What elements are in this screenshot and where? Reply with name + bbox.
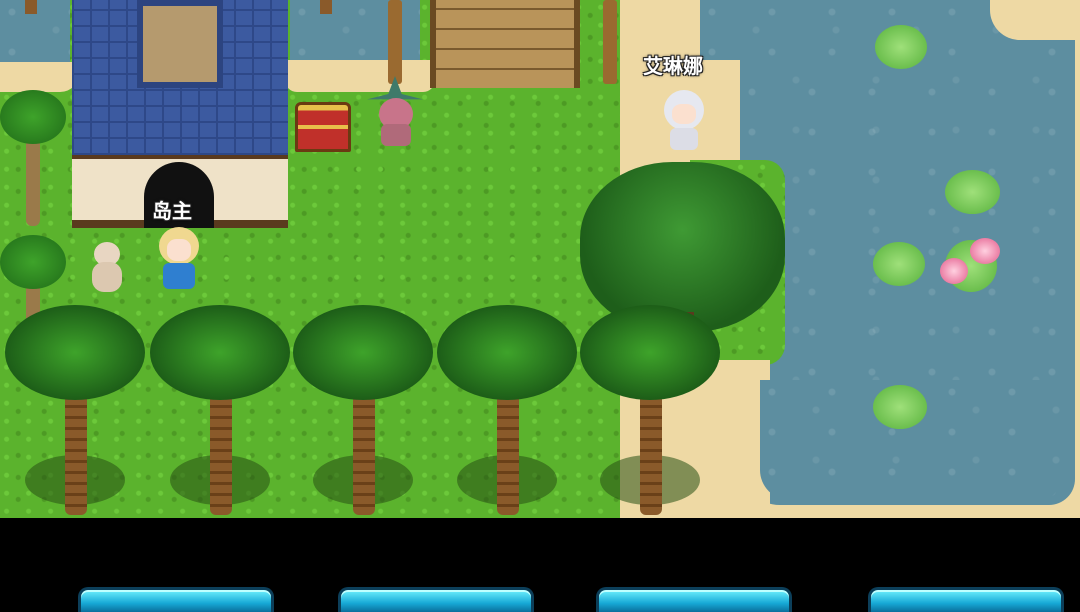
- palm-leaves: [580, 305, 720, 400]
- palm-tree: [437, 305, 577, 518]
- irina-body: [670, 128, 698, 150]
- palm-trunk: [26, 130, 40, 226]
- treasure-chest[interactable]: [295, 102, 351, 152]
- npc-witch[interactable]: [365, 76, 425, 148]
- npc-irina[interactable]: [660, 90, 708, 150]
- palm-leaves: [0, 90, 66, 144]
- fence-post: [25, 0, 37, 14]
- sand-corner-top-right: [990, 0, 1080, 40]
- lily-pad-icon: [873, 242, 925, 286]
- game-map[interactable]: 岛主 艾琳娜: [0, 0, 1080, 518]
- house[interactable]: [72, 0, 288, 228]
- sand-top-left: [0, 62, 80, 92]
- palm-tree: [580, 305, 720, 518]
- lotus-flower-icon: [940, 258, 968, 284]
- lily-pad-icon: [875, 25, 927, 69]
- palm-leaves: [437, 305, 577, 400]
- palm-tree: [5, 305, 145, 518]
- palm-leaves: [0, 235, 66, 289]
- palm-tree: [150, 305, 290, 518]
- menu-button-2[interactable]: [338, 587, 534, 612]
- player-face: [167, 239, 191, 261]
- palm-tree-small: [0, 90, 66, 230]
- fence-post: [603, 0, 617, 84]
- player-character[interactable]: [155, 225, 203, 291]
- dog-body: [92, 262, 122, 292]
- player-body: [163, 263, 195, 289]
- menu-button-1[interactable]: [78, 587, 274, 612]
- palm-leaves: [150, 305, 290, 400]
- lily-pad-icon: [945, 170, 1000, 214]
- house-roof-top: [137, 0, 223, 88]
- palm-leaves: [293, 305, 433, 400]
- palm-leaves: [5, 305, 145, 400]
- lake-inlet: [700, 0, 1010, 60]
- irina-face: [672, 104, 696, 124]
- lily-pad-icon: [873, 385, 927, 429]
- menu-button-4[interactable]: [868, 587, 1064, 612]
- fence-post: [320, 0, 332, 14]
- fence-post: [388, 0, 402, 84]
- dog-npc[interactable]: [88, 238, 124, 294]
- menu-button-3[interactable]: [596, 587, 792, 612]
- lotus-flower-icon: [970, 238, 1000, 264]
- wooden-bridge[interactable]: [430, 0, 580, 88]
- palm-tree: [293, 305, 433, 518]
- witch-body: [381, 124, 411, 146]
- npc-name-island-owner: 岛主: [152, 199, 192, 223]
- npc-name-irina: 艾琳娜: [643, 54, 703, 78]
